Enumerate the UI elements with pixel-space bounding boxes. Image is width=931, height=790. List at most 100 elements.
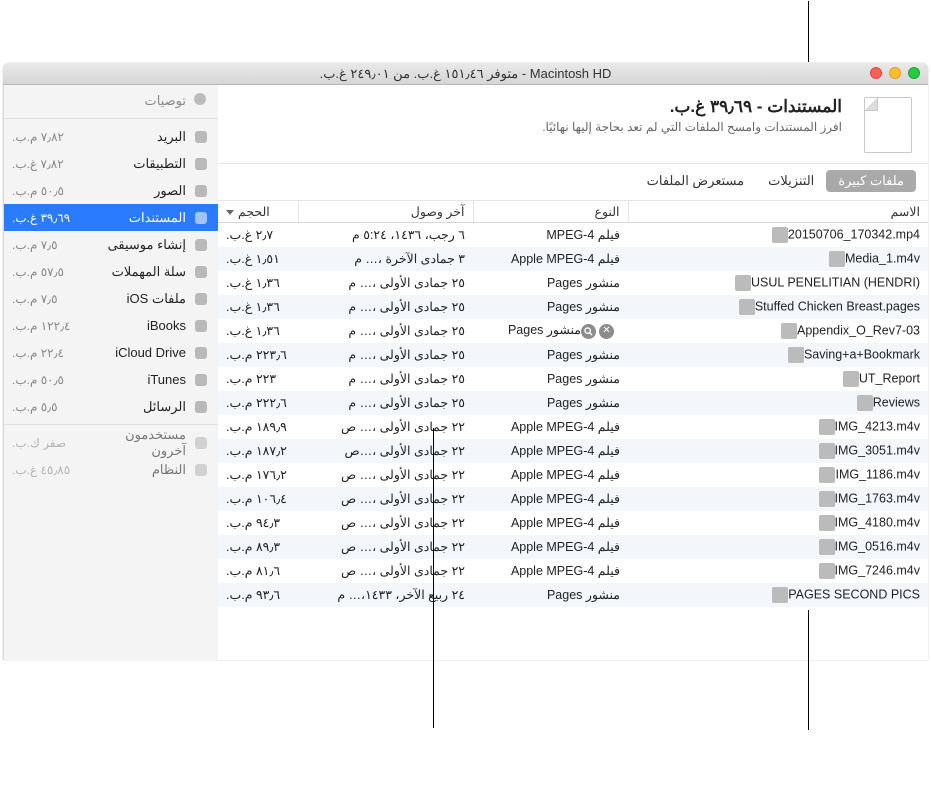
sidebar-item-docs[interactable]: المستندات٣٩٫٦٩ غ.ب. [4, 204, 218, 231]
mail-icon [192, 128, 210, 146]
close-button[interactable] [870, 67, 882, 79]
table-row[interactable]: PAGES SECOND PICSمنشور Pages٢٤ ربيع الآخ… [218, 583, 928, 607]
file-date-cell: ٢٥ جمادى الأولى ،… م [298, 271, 473, 295]
tab-1[interactable]: التنزيلات [756, 170, 826, 192]
column-size[interactable]: الحجم [218, 201, 298, 223]
quicklook-button[interactable] [581, 324, 596, 339]
users-icon [192, 434, 210, 452]
books-icon [192, 317, 210, 335]
sidebar-item-size: ١٢٢٫٤ م.ب. [12, 319, 82, 333]
file-date-cell: ٣ جمادى الآخرة ،… م [298, 247, 473, 271]
file-kind-cell: فيلم Apple MPEG-4 [473, 535, 628, 559]
sidebar-item-size: ٥٠٫٥ م.ب. [12, 184, 82, 198]
file-icon [772, 587, 788, 603]
callout-left [433, 428, 434, 728]
file-kind-cell: منشور Pages [473, 271, 628, 295]
file-kind-cell: فيلم Apple MPEG-4 [473, 415, 628, 439]
table-row[interactable]: IMG_7246.m4vفيلم Apple MPEG-4٢٢ جمادى ال… [218, 559, 928, 583]
file-kind-cell: فيلم Apple MPEG-4 [473, 439, 628, 463]
table-row[interactable]: Reviewsمنشور Pages٢٥ جمادى الأولى ،… م٢٢… [218, 391, 928, 415]
table-row[interactable]: IMG_4180.m4vفيلم Apple MPEG-4٢٢ جمادى ال… [218, 511, 928, 535]
file-kind-cell: منشور Pages [473, 583, 628, 607]
table-row[interactable]: IMG_1763.m4vفيلم Apple MPEG-4٢٢ جمادى ال… [218, 487, 928, 511]
table-row[interactable]: IMG_0516.m4vفيلم Apple MPEG-4٢٢ جمادى ال… [218, 535, 928, 559]
minimize-button[interactable] [889, 67, 901, 79]
sidebar-item-trash[interactable]: سلة المهملات ٥٧٫٥ م.ب. [4, 258, 218, 285]
column-accessed[interactable]: آخر وصول [298, 201, 473, 223]
file-size-cell: ٩٤٫٣ م.ب. [218, 511, 298, 535]
file-icon [781, 323, 797, 339]
table-row[interactable]: Saving+a+Bookmarkمنشور Pages٢٥ جمادى الأ… [218, 343, 928, 367]
file-size-cell: ١٫٣٦ غ.ب. [218, 295, 298, 319]
file-icon [829, 251, 845, 267]
sidebar-item-label: iTunes [88, 372, 186, 387]
file-date-cell: ٢٢ جمادى الأولى ،…ص [298, 439, 473, 463]
sidebar-item-size: صفر ك.ب. [12, 436, 82, 450]
file-date-cell: ٢٢ جمادى الأولى ،… ص [298, 535, 473, 559]
file-date-cell: ٢٥ جمادى الأولى ،… م [298, 319, 473, 343]
sort-desc-icon [226, 210, 234, 215]
file-date-cell: ٢٢ جمادى الأولى ،… ص [298, 511, 473, 535]
file-name-cell: IMG_4213.m4v [628, 415, 928, 439]
sidebar-item-apps[interactable]: التطبيقات٧٫٨٢ غ.ب. [4, 150, 218, 177]
music-create-icon [192, 236, 210, 254]
recommendations-header[interactable]: توصيات [4, 89, 218, 114]
file-date-cell: ٢٢ جمادى الأولى ،… ص [298, 463, 473, 487]
sidebar-item-books[interactable]: iBooks١٢٢٫٤ م.ب. [4, 312, 218, 339]
table-row[interactable]: Stuffed Chicken Breast.pagesمنشور Pages٢… [218, 295, 928, 319]
table-row[interactable]: UT_Reportمنشور Pages٢٥ جمادى الأولى ،… م… [218, 367, 928, 391]
file-size-cell: ٩٣٫٦ م.ب. [218, 583, 298, 607]
sidebar-item-music-create[interactable]: إنشاء موسيقى٧٫٥ م.ب. [4, 231, 218, 258]
sidebar-item-size: ٥٧٫٥ م.ب. [12, 265, 82, 279]
delete-button[interactable]: ✕ [599, 324, 614, 339]
sidebar-item-label: الصور [88, 183, 186, 199]
sidebar-item-itunes[interactable]: iTunes٥٠٫٥ م.ب. [4, 366, 218, 393]
sidebar-item-users[interactable]: مستخدمون آخرونصفر ك.ب. [4, 429, 218, 456]
file-name-cell: IMG_7246.m4v [628, 559, 928, 583]
file-icon [735, 275, 751, 291]
column-kind[interactable]: النوع [473, 201, 628, 223]
file-kind-cell: فيلم MPEG-4 [473, 223, 628, 247]
file-size-cell: ٢٢٣ م.ب. [218, 367, 298, 391]
tab-0[interactable]: ملفات كبيرة [826, 170, 916, 192]
file-name-cell: UT_Report [628, 367, 928, 391]
file-icon [819, 563, 835, 579]
file-kind-cell: فيلم Apple MPEG-4 [473, 463, 628, 487]
sidebar-item-messages[interactable]: الرسائل٥٫٥ م.ب. [4, 393, 218, 420]
sidebar-item-label: سلة المهملات [88, 264, 186, 280]
photos-icon [192, 182, 210, 200]
file-name-cell: Appendix_O_Rev7-03 [628, 319, 928, 343]
table-row[interactable]: 20150706_170342.mp4فيلم MPEG-4٦ رجب، ١٤٣… [218, 223, 928, 247]
file-icon [819, 467, 835, 483]
file-size-cell: ١٫٥١ غ.ب. [218, 247, 298, 271]
file-size-cell: ٢٫٧ غ.ب. [218, 223, 298, 247]
file-size-cell: ٨٩٫٣ م.ب. [218, 535, 298, 559]
column-name[interactable]: الاسم [628, 201, 928, 223]
sidebar-item-label: البريد [88, 129, 186, 145]
file-date-cell: ٢٤ ربيع الآخر، ١٤٣٣،… م [298, 583, 473, 607]
tab-2[interactable]: مستعرض الملفات [635, 170, 756, 192]
table-row[interactable]: IMG_3051.m4vفيلم Apple MPEG-4٢٢ جمادى ال… [218, 439, 928, 463]
callout-right [808, 610, 809, 730]
table-row[interactable]: Appendix_O_Rev7-03✕منشور Pages٢٥ جمادى ا… [218, 319, 928, 343]
sidebar-item-label: ملفات iOS [88, 291, 186, 307]
maximize-button[interactable] [908, 67, 920, 79]
sidebar-item-mail[interactable]: البريد٧٫٨٢ م.ب. [4, 123, 218, 150]
sidebar-item-label: إنشاء موسيقى [88, 237, 186, 253]
table-row[interactable]: IMG_4213.m4vفيلم Apple MPEG-4٢٢ جمادى ال… [218, 415, 928, 439]
sidebar-item-cloud[interactable]: iCloud Drive٢٢٫٤ م.ب. [4, 339, 218, 366]
table-row[interactable]: Media_1.m4vفيلم Apple MPEG-4٣ جمادى الآخ… [218, 247, 928, 271]
file-size-cell: ١٠٦٫٤ م.ب. [218, 487, 298, 511]
sidebar-item-label: الرسائل [88, 399, 186, 415]
sidebar-item-system[interactable]: النظام٤٥٫٨٥ غ.ب. [4, 456, 218, 483]
sidebar-item-label: iCloud Drive [88, 345, 186, 360]
sidebar-item-ios[interactable]: ملفات iOS٧٫٥ م.ب. [4, 285, 218, 312]
table-row[interactable]: IMG_1186.m4vفيلم Apple MPEG-4٢٢ جمادى ال… [218, 463, 928, 487]
file-kind-cell: منشور Pages [473, 343, 628, 367]
table-row[interactable]: USUL PENELITIAN (HENDRI)منشور Pages٢٥ جم… [218, 271, 928, 295]
sidebar-item-label: التطبيقات [88, 156, 186, 172]
callout-top [808, 1, 809, 62]
sidebar-item-photos[interactable]: الصور ٥٠٫٥ م.ب. [4, 177, 218, 204]
file-kind-cell: فيلم Apple MPEG-4 [473, 559, 628, 583]
file-size-cell: ١٫٣٦ غ.ب. [218, 319, 298, 343]
